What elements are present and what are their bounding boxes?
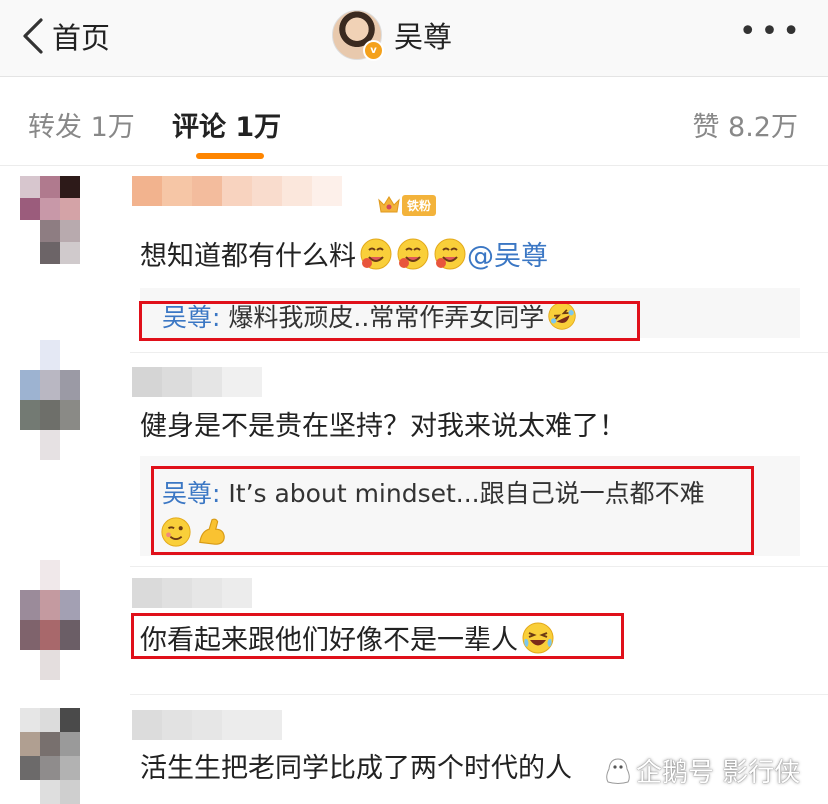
more-options-button[interactable]: ••• [739, 17, 804, 47]
penguin-logo-icon [606, 757, 630, 784]
avatar[interactable]: v [332, 10, 384, 61]
avatar[interactable] [20, 708, 100, 804]
highlight-box [131, 613, 624, 659]
yum-emoji-icon [434, 238, 466, 270]
watermark-text: 企鹅号 影行侠 [636, 758, 801, 788]
yum-emoji-icon [397, 238, 429, 270]
tab-reposts[interactable]: 转发 1万 [28, 105, 135, 144]
crown-icon [378, 196, 400, 213]
top-nav-bar: 首页 v 吴尊 ••• [0, 0, 828, 77]
fan-badge: 铁粉 [377, 193, 437, 217]
comment-text: 健身是不是贵在坚持？对我来说太难了！ [140, 411, 626, 442]
divider [130, 694, 828, 695]
tab-likes[interactable]: 赞 8.2万 [692, 105, 798, 144]
tab-bar: 转发 1万 评论 1万 赞 8.2万 [0, 77, 828, 166]
back-label: 首页 [52, 21, 111, 55]
comment-text: 想知道都有什么料 @吴尊 [140, 234, 548, 273]
divider [130, 352, 828, 353]
avatar[interactable] [20, 340, 100, 460]
back-button[interactable]: 首页 [22, 14, 110, 58]
watermark: 企鹅号 影行侠 [604, 752, 800, 789]
tab-comments[interactable]: 评论 1万 [172, 105, 281, 144]
active-tab-indicator [196, 153, 264, 159]
verified-badge-icon: v [363, 40, 384, 61]
page-title: 吴尊 [394, 20, 453, 54]
username-blurred[interactable] [132, 176, 342, 206]
highlight-box [151, 466, 754, 555]
username-blurred[interactable] [132, 710, 282, 740]
highlight-box [139, 301, 640, 341]
chevron-left-icon [23, 18, 43, 54]
yum-emoji-icon [360, 238, 392, 270]
avatar[interactable] [20, 176, 100, 264]
comment-body: 想知道都有什么料 [140, 241, 356, 272]
username-blurred[interactable] [132, 578, 252, 608]
profile-header[interactable]: v 吴尊 [332, 10, 453, 61]
avatar[interactable] [20, 560, 100, 680]
username-blurred[interactable] [132, 367, 262, 397]
fan-badge-label: 铁粉 [402, 194, 437, 216]
mention-link[interactable]: @吴尊 [467, 241, 548, 272]
divider [130, 566, 828, 567]
comment-text: 活生生把老同学比成了两个时代的人 [140, 753, 572, 784]
